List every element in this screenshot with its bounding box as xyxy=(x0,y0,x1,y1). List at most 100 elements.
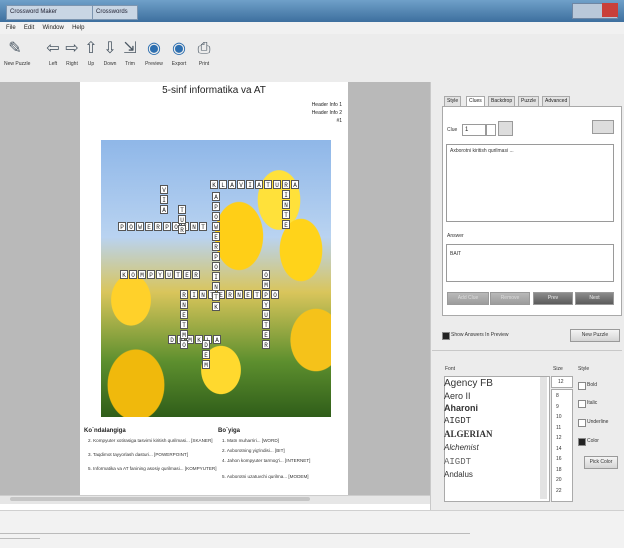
underline-checkbox[interactable] xyxy=(578,419,586,427)
grid-cell[interactable]: P xyxy=(163,222,171,231)
font-item[interactable]: Aero II xyxy=(444,391,471,401)
grid-cell[interactable]: R xyxy=(262,340,270,349)
export-button[interactable]: ◉ Export xyxy=(170,38,188,68)
grid-cell[interactable]: N xyxy=(180,300,188,309)
font-item[interactable]: Andalus xyxy=(444,470,473,479)
grid-cell[interactable]: M xyxy=(262,280,270,289)
font-list-scrollbar[interactable] xyxy=(540,377,547,499)
grid-cell[interactable]: P xyxy=(262,290,270,299)
font-item[interactable]: ALGERIAN xyxy=(444,429,493,439)
grid-cell[interactable]: Y xyxy=(156,270,164,279)
grid-cell[interactable]: T xyxy=(264,180,272,189)
size-item[interactable]: 9 xyxy=(556,404,559,410)
grid-cell[interactable]: W xyxy=(212,222,220,231)
up-button[interactable]: ⇧ Up xyxy=(82,38,100,68)
grid-cell[interactable]: O xyxy=(180,340,188,349)
grid-cell[interactable]: M xyxy=(138,270,146,279)
grid-cell[interactable]: P xyxy=(212,252,220,261)
grid-cell[interactable]: I xyxy=(246,180,254,189)
size-item[interactable]: 12 xyxy=(556,435,562,441)
right-button[interactable]: ⇨ Right xyxy=(63,38,81,68)
bold-checkbox[interactable] xyxy=(578,382,586,390)
grid-cell[interactable]: O xyxy=(127,222,135,231)
puzzle-title[interactable]: 5-sinf informatika va AT xyxy=(80,85,348,96)
grid-cell[interactable]: P xyxy=(212,202,220,211)
grid-cell[interactable]: U xyxy=(262,310,270,319)
grid-cell[interactable]: N xyxy=(235,290,243,299)
grid-cell[interactable]: U xyxy=(165,270,173,279)
clue-number-input[interactable]: 1 xyxy=(462,124,486,136)
grid-cell[interactable]: A xyxy=(213,335,221,344)
grid-cell[interactable]: D xyxy=(202,340,210,349)
grid-cell[interactable]: T xyxy=(253,290,261,299)
down-button[interactable]: ⇩ Down xyxy=(101,38,119,68)
grid-cell[interactable]: T xyxy=(282,210,290,219)
print-button[interactable]: ⎙ Print xyxy=(195,38,213,68)
grid-cell[interactable]: R xyxy=(154,222,162,231)
grid-cell[interactable]: O xyxy=(262,270,270,279)
next-button[interactable]: Next xyxy=(575,292,614,305)
grid-cell[interactable]: L xyxy=(219,180,227,189)
prev-button[interactable]: Prev xyxy=(533,292,573,305)
grid-cell[interactable]: U xyxy=(178,215,186,224)
grid-cell[interactable]: R xyxy=(178,225,186,234)
color-checkbox[interactable] xyxy=(578,438,586,446)
size-item[interactable]: 16 xyxy=(556,456,562,462)
size-item[interactable]: 20 xyxy=(556,477,562,483)
grid-cell[interactable]: D xyxy=(168,335,176,344)
grid-cell[interactable]: P xyxy=(147,270,155,279)
grid-cell[interactable]: T xyxy=(174,270,182,279)
grid-cell[interactable]: W xyxy=(136,222,144,231)
grid-cell[interactable]: N xyxy=(190,222,198,231)
grid-cell[interactable]: A xyxy=(160,205,168,214)
grid-cell[interactable]: R xyxy=(226,290,234,299)
grid-cell[interactable]: V xyxy=(160,185,168,194)
size-item[interactable]: 11 xyxy=(556,425,561,431)
grid-cell[interactable]: T xyxy=(262,320,270,329)
grid-cell[interactable]: O xyxy=(212,262,220,271)
size-item[interactable]: 18 xyxy=(556,467,562,473)
grid-cell[interactable]: O xyxy=(129,270,137,279)
grid-cell[interactable]: A xyxy=(255,180,263,189)
size-item[interactable]: 14 xyxy=(556,446,562,452)
grid-cell[interactable]: E xyxy=(244,290,252,299)
scrollbar-thumb[interactable] xyxy=(10,497,310,501)
font-item[interactable]: AIGDT xyxy=(444,416,471,426)
grid-cell[interactable]: T xyxy=(212,292,220,301)
grid-cell[interactable]: A xyxy=(228,180,236,189)
remove-button[interactable]: Remove xyxy=(490,292,530,305)
font-item[interactable]: AIGDT xyxy=(444,457,471,467)
font-item[interactable]: Alchemist xyxy=(444,443,479,452)
grid-cell[interactable]: R xyxy=(212,242,220,251)
grid-cell[interactable]: P xyxy=(118,222,126,231)
grid-cell[interactable]: E xyxy=(202,350,210,359)
grid-cell[interactable]: A xyxy=(212,192,220,201)
grid-cell[interactable]: E xyxy=(282,220,290,229)
clue-text-area[interactable]: Axborotni kiritish qurilmasi ... xyxy=(446,144,614,222)
italic-checkbox[interactable] xyxy=(578,400,586,408)
grid-cell[interactable]: T xyxy=(199,222,207,231)
size-input[interactable]: 12 xyxy=(551,376,573,388)
grid-cell[interactable]: E xyxy=(262,330,270,339)
new-puzzle-panel-button[interactable]: New Puzzle xyxy=(570,329,620,342)
grid-cell[interactable]: K xyxy=(210,180,218,189)
size-item[interactable]: 22 xyxy=(556,488,562,494)
clue-grid-icon[interactable] xyxy=(498,121,513,136)
pick-color-button[interactable]: Pick Color xyxy=(584,456,618,469)
grid-cell[interactable]: M xyxy=(180,330,188,339)
grid-cell[interactable]: U xyxy=(273,180,281,189)
grid-cell[interactable]: I xyxy=(160,195,168,204)
trim-button[interactable]: ⇲ Trim xyxy=(121,38,139,68)
new-puzzle-button[interactable]: ✎ New Puzzle xyxy=(4,38,30,68)
clue-spinner[interactable] xyxy=(486,124,496,136)
menu-window[interactable]: Window xyxy=(42,22,63,34)
grid-cell[interactable]: T xyxy=(178,205,186,214)
grid-cell[interactable]: R xyxy=(180,290,188,299)
grid-cell[interactable]: R xyxy=(192,270,200,279)
grid-cell[interactable]: M xyxy=(202,360,210,369)
grid-cell[interactable]: I xyxy=(190,290,198,299)
left-button[interactable]: ⇦ Left xyxy=(44,38,62,68)
add-clue-button[interactable]: Add Clue xyxy=(447,292,489,305)
grid-cell[interactable]: I xyxy=(282,190,290,199)
grid-cell[interactable]: O xyxy=(212,212,220,221)
